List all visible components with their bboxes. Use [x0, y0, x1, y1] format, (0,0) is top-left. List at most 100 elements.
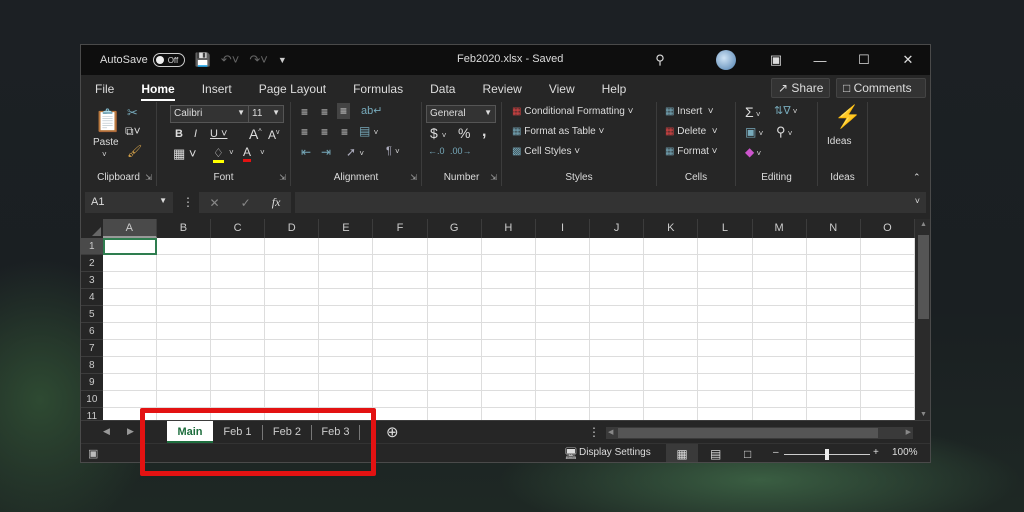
- avatar[interactable]: [716, 50, 736, 70]
- cell[interactable]: [265, 238, 320, 255]
- column-header-o[interactable]: O: [861, 219, 915, 238]
- cell[interactable]: [481, 391, 536, 408]
- column-header-i[interactable]: I: [536, 219, 591, 238]
- horizontal-scrollbar[interactable]: ◀ ▶: [606, 427, 913, 439]
- cell[interactable]: [156, 340, 211, 357]
- cell[interactable]: [156, 255, 211, 272]
- autosave-toggle[interactable]: Off: [152, 53, 185, 67]
- font-launcher-icon[interactable]: ⇲: [279, 173, 286, 182]
- font-name-select[interactable]: Calibri ▼: [170, 105, 249, 123]
- row-header-3[interactable]: 3: [81, 272, 103, 289]
- cell[interactable]: [210, 323, 266, 340]
- cell[interactable]: [860, 391, 915, 408]
- minimize-icon[interactable]: —: [798, 53, 842, 68]
- cell[interactable]: [481, 323, 536, 340]
- align-right-icon[interactable]: ≡: [341, 125, 348, 139]
- decrease-font-icon[interactable]: Av: [268, 128, 280, 142]
- tab-review[interactable]: Review: [468, 82, 521, 96]
- cell[interactable]: [265, 289, 320, 306]
- currency-icon[interactable]: $ ˅: [430, 125, 446, 141]
- zoom-slider-thumb[interactable]: [825, 449, 829, 460]
- scroll-left-icon[interactable]: ◀: [608, 428, 613, 436]
- number-launcher-icon[interactable]: ⇲: [490, 173, 497, 182]
- cell[interactable]: [427, 306, 482, 323]
- prev-sheet-icon[interactable]: ◀: [103, 426, 110, 437]
- decrease-decimal-icon[interactable]: .00→: [450, 146, 472, 156]
- name-box-dropdown-icon[interactable]: ▼: [159, 196, 167, 205]
- cell[interactable]: [806, 255, 861, 272]
- cell[interactable]: [481, 340, 536, 357]
- vertical-scrollbar[interactable]: ▲ ▼: [915, 219, 930, 420]
- format-as-table-button[interactable]: ▦ Format as Table ˅: [512, 126, 604, 137]
- ideas-button[interactable]: Ideas: [827, 136, 851, 147]
- font-color-icon[interactable]: A: [243, 145, 252, 162]
- cell[interactable]: [265, 357, 320, 374]
- cell[interactable]: [265, 255, 320, 272]
- select-all-button[interactable]: [81, 219, 103, 238]
- cell[interactable]: [427, 408, 482, 420]
- spreadsheet-grid[interactable]: ABCDEFGHIJKLMNO 1 2 3 4 5 6 7 8 9 10 11: [81, 219, 915, 420]
- cell[interactable]: [427, 391, 482, 408]
- cell[interactable]: [806, 391, 861, 408]
- cell[interactable]: [210, 374, 266, 391]
- cell[interactable]: [590, 391, 645, 408]
- cell[interactable]: [752, 374, 807, 391]
- column-header-f[interactable]: F: [373, 219, 428, 238]
- cell[interactable]: [535, 323, 591, 340]
- font-color-dropdown-icon[interactable]: ˅: [260, 148, 265, 157]
- cell[interactable]: [265, 306, 320, 323]
- cell[interactable]: [373, 340, 428, 357]
- wrap-text-icon[interactable]: ab↵: [361, 104, 382, 117]
- formula-input[interactable]: ˅: [295, 192, 926, 213]
- cell[interactable]: [373, 289, 428, 306]
- font-size-select[interactable]: 11 ▼: [248, 105, 284, 123]
- column-header-a[interactable]: A: [102, 219, 157, 238]
- cell[interactable]: [806, 238, 861, 255]
- cell[interactable]: [644, 408, 699, 420]
- top-align-icon[interactable]: ≡: [301, 105, 308, 119]
- bold-icon[interactable]: B: [175, 128, 183, 140]
- cell[interactable]: [319, 306, 374, 323]
- cell-styles-button[interactable]: ▩ Cell Styles ˅: [512, 146, 580, 157]
- cell[interactable]: [535, 289, 591, 306]
- cell[interactable]: [590, 408, 645, 420]
- conditional-formatting-button[interactable]: ▦ Conditional Formatting ˅: [512, 106, 633, 117]
- cell[interactable]: [210, 306, 266, 323]
- tab-home[interactable]: Home: [127, 82, 176, 101]
- cell[interactable]: [319, 323, 374, 340]
- cell[interactable]: [481, 408, 536, 420]
- decrease-indent-icon[interactable]: ⇤: [301, 145, 311, 159]
- cell[interactable]: [102, 357, 157, 374]
- insert-cells-button[interactable]: ▦ Insert ˅: [665, 106, 714, 117]
- cell[interactable]: [265, 374, 320, 391]
- column-header-j[interactable]: J: [590, 219, 645, 238]
- cell[interactable]: [481, 255, 536, 272]
- tab-file[interactable]: File: [81, 82, 114, 96]
- borders-icon[interactable]: ▦ ˅: [173, 146, 197, 162]
- scroll-down-icon[interactable]: ▼: [920, 411, 927, 418]
- cell[interactable]: [535, 340, 591, 357]
- column-header-n[interactable]: N: [807, 219, 861, 238]
- cell[interactable]: [590, 238, 645, 255]
- cell[interactable]: [752, 255, 807, 272]
- tab-formulas[interactable]: Formulas: [339, 82, 403, 96]
- add-sheet-icon[interactable]: ⊕: [386, 423, 399, 441]
- cell[interactable]: [156, 357, 211, 374]
- align-center-icon[interactable]: ≡: [321, 125, 328, 139]
- cell[interactable]: [698, 272, 753, 289]
- horizontal-scroll-thumb[interactable]: [618, 428, 878, 438]
- paste-dropdown-icon[interactable]: ˅: [102, 150, 107, 159]
- cell[interactable]: [373, 357, 428, 374]
- cell[interactable]: [752, 340, 807, 357]
- cell[interactable]: [860, 408, 915, 420]
- tab-data[interactable]: Data: [416, 82, 455, 96]
- column-header-d[interactable]: D: [265, 219, 320, 238]
- cell[interactable]: [860, 374, 915, 391]
- copy-icon[interactable]: ⧉˅: [125, 124, 141, 139]
- cell[interactable]: [644, 306, 699, 323]
- enter-icon[interactable]: ✓: [241, 196, 251, 210]
- cell[interactable]: [806, 323, 861, 340]
- ideas-lightning-icon[interactable]: ⚡: [834, 104, 861, 130]
- column-header-c[interactable]: C: [211, 219, 266, 238]
- more-options-icon[interactable]: ⋮: [182, 195, 194, 209]
